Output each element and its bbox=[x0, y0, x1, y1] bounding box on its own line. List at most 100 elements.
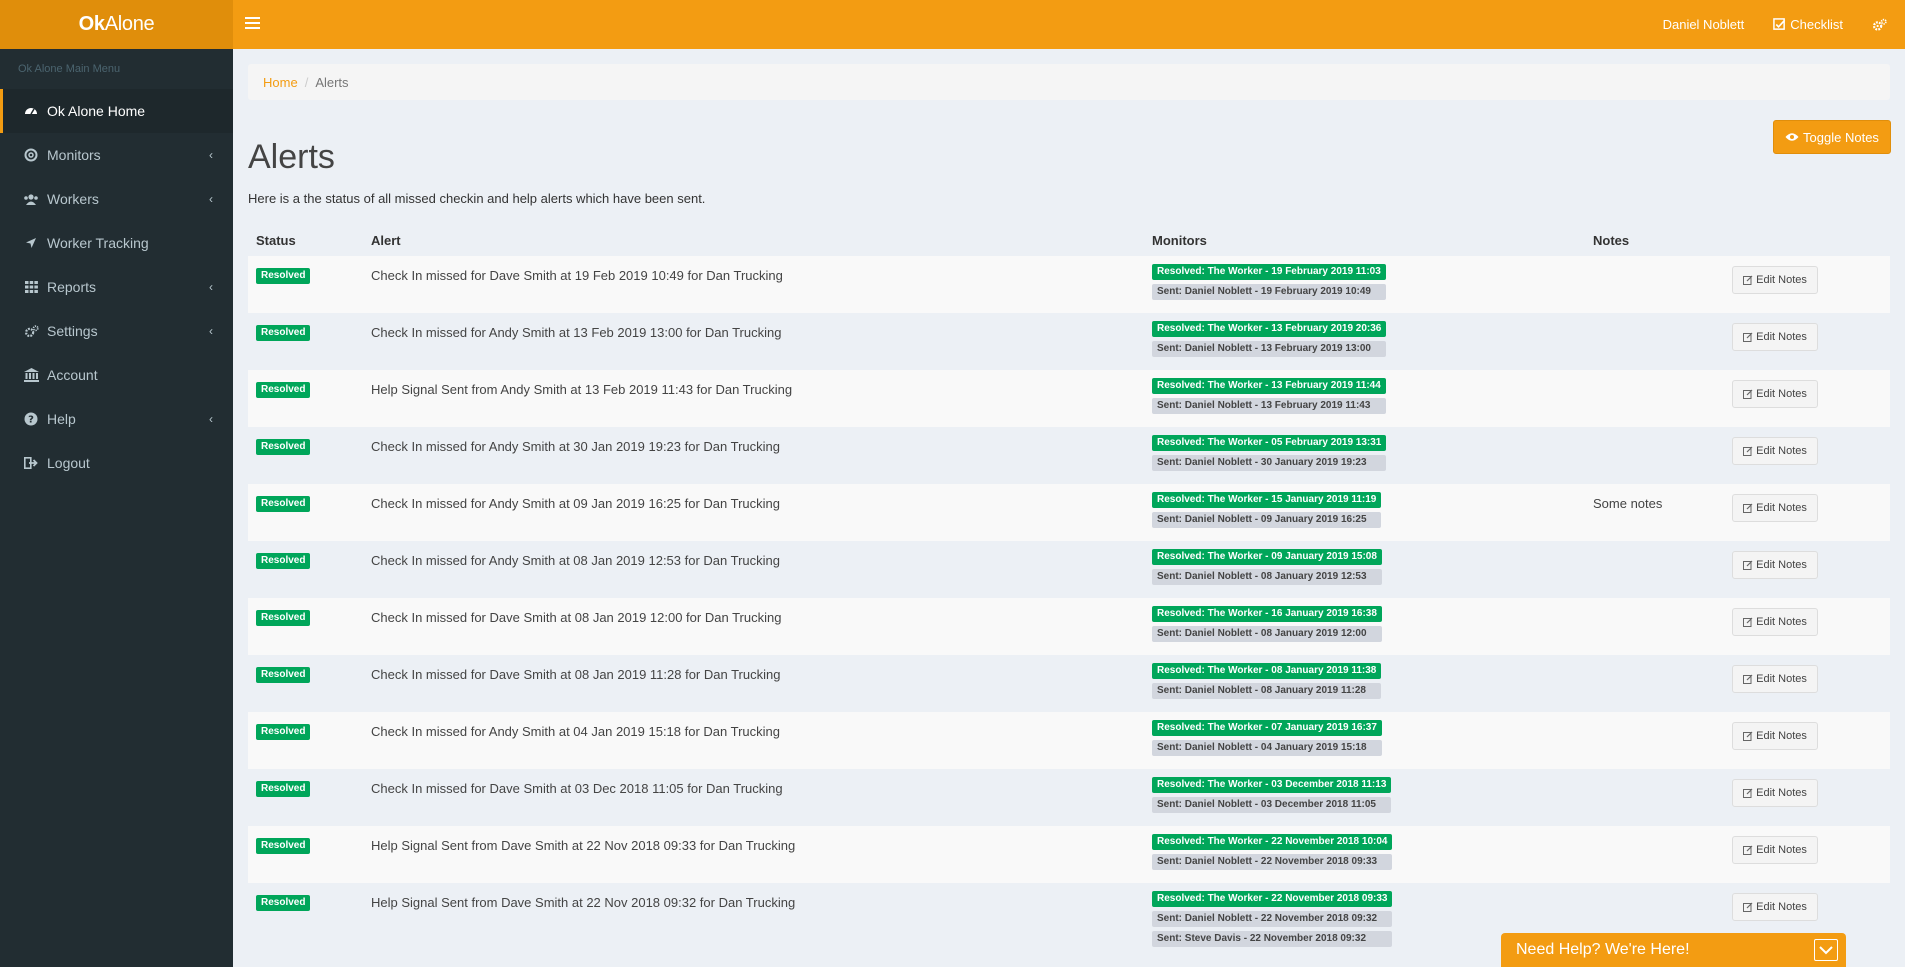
grid-icon bbox=[23, 279, 39, 295]
sidebar-item-account[interactable]: Account bbox=[0, 353, 233, 397]
edit-icon bbox=[1743, 560, 1753, 570]
edit-icon bbox=[1743, 731, 1753, 741]
sidebar-item-monitors[interactable]: Monitors ‹ bbox=[0, 133, 233, 177]
sent-badge: Sent: Daniel Noblett - 03 December 2018 … bbox=[1152, 797, 1392, 813]
status-badge: Resolved bbox=[256, 439, 311, 455]
resolved-badge: Resolved: The Worker - 16 January 2019 1… bbox=[1152, 606, 1382, 622]
column-header-alert: Alert bbox=[371, 232, 401, 248]
table-row: Resolved Check In missed for Dave Smith a… bbox=[248, 598, 1890, 655]
edit-notes-button[interactable]: Edit Notes bbox=[1732, 779, 1818, 807]
sidebar: Ok Alone Main Menu Ok Alone Home Monitor… bbox=[0, 49, 233, 967]
table-row: Resolved Check In missed for Dave Smith a… bbox=[248, 256, 1890, 313]
edit-notes-button[interactable]: Edit Notes bbox=[1732, 665, 1818, 693]
alerts-table: Status Alert Monitors Notes Resolved Chec… bbox=[248, 224, 1890, 953]
sign-out-icon bbox=[23, 455, 39, 471]
bank-icon bbox=[23, 367, 39, 383]
edit-icon bbox=[1743, 446, 1753, 456]
app-logo[interactable]: OkAlone bbox=[0, 0, 233, 49]
breadcrumb: Home / Alerts bbox=[248, 64, 1890, 100]
monitors-cell: Resolved: The Worker - 09 January 2019 1… bbox=[1152, 549, 1382, 589]
edit-icon bbox=[1743, 389, 1753, 399]
notes-text: Some notes bbox=[1593, 496, 1663, 511]
status-badge: Resolved bbox=[256, 553, 311, 569]
monitors-cell: Resolved: The Worker - 15 January 2019 1… bbox=[1152, 492, 1382, 532]
checklist-link[interactable]: Checklist bbox=[1773, 17, 1843, 32]
sidebar-item-workers[interactable]: Workers ‹ bbox=[0, 177, 233, 221]
edit-notes-button[interactable]: Edit Notes bbox=[1732, 551, 1818, 579]
top-navbar: Daniel Noblett Checklist bbox=[233, 0, 1905, 49]
alert-text: Check In missed for Dave Smith at 08 Jan… bbox=[371, 667, 781, 682]
column-header-monitors: Monitors bbox=[1152, 232, 1207, 248]
resolved-badge: Resolved: The Worker - 08 January 2019 1… bbox=[1152, 663, 1382, 679]
sent-badge: Sent: Daniel Noblett - 22 November 2018 … bbox=[1152, 854, 1393, 870]
monitors-cell: Resolved: The Worker - 22 November 2018 … bbox=[1152, 834, 1393, 874]
cogs-icon bbox=[23, 323, 39, 339]
life-ring-icon bbox=[23, 147, 39, 163]
sent-badge: Sent: Daniel Noblett - 08 January 2019 1… bbox=[1152, 626, 1382, 642]
sidebar-item-help[interactable]: ? Help ‹ bbox=[0, 397, 233, 441]
edit-notes-button[interactable]: Edit Notes bbox=[1732, 323, 1818, 351]
sidebar-menu-header: Ok Alone Main Menu bbox=[18, 63, 121, 75]
table-row: Resolved Help Signal Sent from Andy Smith… bbox=[248, 370, 1890, 427]
sent-badge: Sent: Daniel Noblett - 04 January 2019 1… bbox=[1152, 740, 1382, 756]
chevron-left-icon: ‹ bbox=[209, 280, 213, 294]
hamburger-menu-icon[interactable] bbox=[245, 14, 260, 34]
chevron-left-icon: ‹ bbox=[209, 324, 213, 338]
table-row: Resolved Check In missed for Andy Smith a… bbox=[248, 313, 1890, 370]
status-badge: Resolved bbox=[256, 724, 311, 740]
breadcrumb-home-link[interactable]: Home bbox=[263, 75, 298, 90]
sent-badge: Sent: Daniel Noblett - 08 January 2019 1… bbox=[1152, 683, 1382, 699]
table-row: Resolved Check In missed for Andy Smith a… bbox=[248, 712, 1890, 769]
table-row: Resolved Check In missed for Andy Smith a… bbox=[248, 541, 1890, 598]
resolved-badge: Resolved: The Worker - 22 November 2018 … bbox=[1152, 891, 1393, 907]
users-icon bbox=[23, 191, 39, 207]
status-badge: Resolved bbox=[256, 667, 311, 683]
alert-text: Check In missed for Andy Smith at 13 Feb… bbox=[371, 325, 782, 340]
monitors-cell: Resolved: The Worker - 03 December 2018 … bbox=[1152, 777, 1392, 817]
resolved-badge: Resolved: The Worker - 15 January 2019 1… bbox=[1152, 492, 1382, 508]
edit-notes-button[interactable]: Edit Notes bbox=[1732, 893, 1818, 921]
user-menu[interactable]: Daniel Noblett bbox=[1663, 17, 1745, 32]
edit-notes-button[interactable]: Edit Notes bbox=[1732, 266, 1818, 294]
monitors-cell: Resolved: The Worker - 19 February 2019 … bbox=[1152, 264, 1386, 304]
edit-notes-button[interactable]: Edit Notes bbox=[1732, 437, 1818, 465]
sent-badge: Sent: Daniel Noblett - 13 February 2019 … bbox=[1152, 341, 1387, 357]
question-circle-icon: ? bbox=[23, 411, 39, 427]
alert-text: Check In missed for Dave Smith at 08 Jan… bbox=[371, 610, 782, 625]
sidebar-item-logout[interactable]: Logout bbox=[0, 441, 233, 485]
resolved-badge: Resolved: The Worker - 05 February 2019 … bbox=[1152, 435, 1387, 451]
edit-notes-button[interactable]: Edit Notes bbox=[1732, 836, 1818, 864]
edit-notes-button[interactable]: Edit Notes bbox=[1732, 722, 1818, 750]
chevron-left-icon: ‹ bbox=[209, 192, 213, 206]
edit-notes-button[interactable]: Edit Notes bbox=[1732, 608, 1818, 636]
help-chat-widget[interactable]: Need Help? We're Here! bbox=[1501, 933, 1846, 967]
sidebar-item-reports[interactable]: Reports ‹ bbox=[0, 265, 233, 309]
sidebar-item-settings[interactable]: Settings ‹ bbox=[0, 309, 233, 353]
table-header: Status Alert Monitors Notes bbox=[248, 224, 1890, 256]
resolved-badge: Resolved: The Worker - 13 February 2019 … bbox=[1152, 378, 1386, 394]
status-badge: Resolved bbox=[256, 268, 311, 284]
page-description: Here is a the status of all missed check… bbox=[248, 191, 706, 206]
status-badge: Resolved bbox=[256, 325, 311, 341]
table-row: Resolved Check In missed for Andy Smith a… bbox=[248, 484, 1890, 541]
location-arrow-icon bbox=[23, 235, 39, 251]
alert-text: Help Signal Sent from Dave Smith at 22 N… bbox=[371, 838, 796, 853]
chevron-down-icon[interactable] bbox=[1814, 939, 1838, 961]
settings-cogs-button[interactable] bbox=[1872, 18, 1891, 32]
edit-icon bbox=[1743, 617, 1753, 627]
table-row: Resolved Help Signal Sent from Dave Smith… bbox=[248, 826, 1890, 883]
resolved-badge: Resolved: The Worker - 22 November 2018 … bbox=[1152, 834, 1393, 850]
sidebar-item-worker-tracking[interactable]: Worker Tracking bbox=[0, 221, 233, 265]
sidebar-item-home[interactable]: Ok Alone Home bbox=[0, 89, 233, 133]
sent-badge: Sent: Daniel Noblett - 13 February 2019 … bbox=[1152, 398, 1386, 414]
chevron-left-icon: ‹ bbox=[209, 148, 213, 162]
status-badge: Resolved bbox=[256, 610, 311, 626]
edit-icon bbox=[1743, 788, 1753, 798]
breadcrumb-current: Alerts bbox=[315, 74, 349, 90]
edit-notes-button[interactable]: Edit Notes bbox=[1732, 380, 1818, 408]
status-badge: Resolved bbox=[256, 838, 311, 854]
toggle-notes-button[interactable]: Toggle Notes bbox=[1773, 120, 1891, 154]
sent-badge: Sent: Daniel Noblett - 09 January 2019 1… bbox=[1152, 512, 1382, 528]
eye-icon bbox=[1785, 133, 1799, 141]
edit-notes-button[interactable]: Edit Notes bbox=[1732, 494, 1818, 522]
